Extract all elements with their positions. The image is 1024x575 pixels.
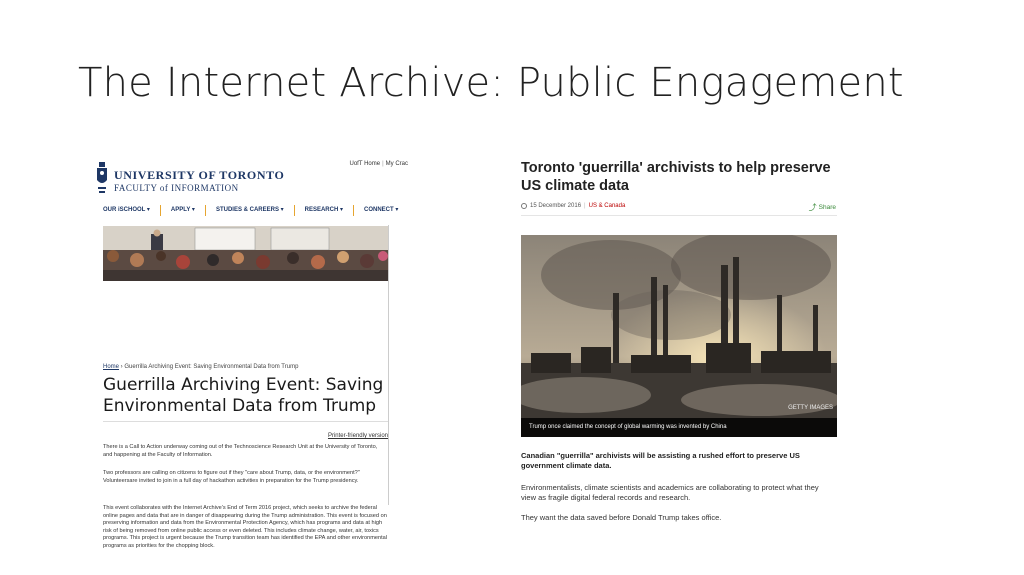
article-body-paragraph-2: They want the data saved before Donald T… (521, 513, 722, 522)
slide-title: The Internet Archive: Public Engagement (78, 60, 904, 106)
share-button[interactable]: ⤴ Share (809, 202, 836, 213)
news-headline: Toronto 'guerrilla' archivists to help p… (521, 160, 831, 194)
nav-studies-careers[interactable]: STUDIES & CAREERS ▾ (206, 205, 295, 216)
breadcrumb-home-link[interactable]: Home (103, 364, 119, 370)
article-paragraph-2: Two professors are calling on citizens t… (103, 470, 360, 484)
meta-divider (521, 215, 837, 216)
uoft-wordmark[interactable]: UNIVERSITY OF TORONTO FACULTY of INFORMA… (114, 168, 284, 193)
article-lead: Canadian "guerrilla" archivists will be … (521, 451, 800, 470)
breadcrumb: Home › Guerrilla Archiving Event: Saving… (103, 364, 298, 370)
uoft-name-line1: UNIVERSITY OF TORONTO (114, 168, 285, 182)
section-link[interactable]: US & Canada (589, 203, 626, 209)
article-paragraph-3: This event collaborates with the Interne… (103, 505, 387, 549)
nav-research[interactable]: RESEARCH ▾ (295, 205, 354, 216)
nav-apply[interactable]: APPLY ▾ (161, 205, 206, 216)
printer-friendly-link[interactable]: Printer-friendly version (328, 433, 388, 439)
uoft-name-line2: FACULTY of INFORMATION (114, 183, 239, 193)
uoft-top-links: UofT Home | My Crac (349, 161, 408, 167)
article-title: Guerrilla Archiving Event: Saving Enviro… (103, 375, 384, 416)
article-date: 15 December 2016 (530, 203, 582, 209)
uoft-article-body: Home › Guerrilla Archiving Event: Saving… (102, 225, 389, 549)
breadcrumb-current: › Guerrilla Archiving Event: Saving Envi… (119, 364, 299, 370)
news-article-screenshot: Toronto 'guerrilla' archivists to help p… (520, 155, 840, 530)
title-divider (103, 421, 388, 422)
article-body-paragraph-1: Environmentalists, climate scientists an… (521, 483, 819, 502)
hackathon-event-photo (103, 226, 388, 281)
article-meta: 15 December 2016 | US & Canada (521, 203, 625, 209)
article-paragraph-1: There is a Call to Action underway comin… (103, 444, 378, 458)
share-label: Share (818, 204, 836, 211)
photo-caption: Trump once claimed the concept of global… (521, 418, 837, 437)
my-crac-link[interactable]: My Crac (386, 161, 408, 167)
nav-our-ischool[interactable]: OUR iSCHOOL ▾ (100, 205, 161, 216)
uoft-crest-icon (97, 162, 107, 193)
uoft-home-link[interactable]: UofT Home (350, 161, 381, 167)
uoft-main-nav: OUR iSCHOOL ▾ APPLY ▾ STUDIES & CAREERS … (100, 205, 408, 216)
smokestack-photo: GETTY IMAGES Trump once claimed the conc… (521, 235, 837, 437)
share-icon: ⤴ (808, 203, 817, 212)
photo-credit: GETTY IMAGES (788, 405, 833, 411)
uoft-page-screenshot: UofT Home | My Crac UNIVERSITY OF TORONTO … (92, 155, 412, 549)
clock-icon (521, 203, 527, 209)
nav-connect[interactable]: CONNECT ▾ (354, 205, 408, 216)
